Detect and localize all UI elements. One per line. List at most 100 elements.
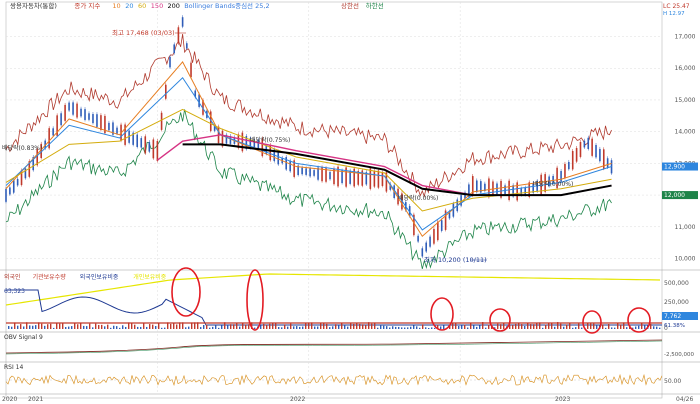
volume-bar (323, 322, 325, 329)
volume-bar (86, 326, 88, 329)
volume-bar (131, 322, 133, 329)
volume-bar (200, 327, 202, 329)
volume-bar (149, 324, 151, 329)
volume-bar (92, 327, 94, 329)
volume-bar (569, 322, 571, 329)
volume-bar (527, 323, 529, 329)
candle-body (169, 56, 171, 68)
volume-bar (593, 323, 595, 329)
volume-bar (431, 327, 433, 329)
volume-bar (554, 326, 556, 329)
volume-bar (41, 323, 43, 329)
volume-bar (377, 327, 379, 329)
legend-item: 60 (138, 2, 146, 10)
volume-bar (272, 322, 274, 329)
volume-bar (296, 326, 298, 329)
volume-bar (335, 324, 337, 329)
volume-bar (347, 326, 349, 329)
volume-bar (428, 327, 430, 329)
volume-bar (284, 324, 286, 329)
volume-bar (578, 323, 580, 329)
candle-body (152, 139, 155, 159)
volume-bar (248, 324, 250, 329)
annotation-high: 최고 17,468 (03/03) (112, 28, 175, 37)
volume-bar (620, 324, 622, 329)
legend-item: 상한선 (341, 1, 359, 10)
volume-tick: 500,000 (664, 280, 689, 287)
volume-bar (110, 327, 112, 329)
volume-bar (407, 327, 409, 329)
volume-bar (38, 322, 40, 329)
volume-bar (266, 324, 268, 329)
volume-bar (188, 326, 190, 329)
volume-bar (29, 325, 31, 329)
volume-bar (359, 323, 361, 329)
volume-bar (14, 322, 16, 329)
candle-body (9, 187, 11, 195)
volume-bar (590, 323, 592, 329)
candle-body (80, 108, 82, 117)
volume-bar (59, 323, 61, 329)
obv-legend: OBV Signal 9 (4, 334, 43, 341)
volume-bar (425, 327, 427, 329)
volume-bar (533, 324, 535, 329)
candle-body (492, 181, 494, 196)
candle-body (583, 140, 586, 148)
volume-bar (383, 325, 385, 329)
volume-bar (125, 326, 127, 329)
volume-bar (185, 327, 187, 329)
rsi-legend: RSI 14 (4, 364, 23, 371)
volume-bar (215, 325, 217, 329)
obv-tick: -2,500,000 (664, 352, 694, 358)
candle-body (599, 148, 601, 162)
volume-bar (341, 323, 343, 329)
price-tick-label: 11,000 (675, 224, 696, 231)
volume-bar (317, 326, 319, 329)
price-tag-ma-text: 12,000 (664, 192, 685, 199)
candle-body (587, 137, 590, 149)
candle-body (68, 102, 70, 111)
volume-bar (611, 327, 613, 329)
candle-body (305, 168, 307, 175)
volume-bar (230, 324, 232, 329)
candle-body (309, 168, 311, 177)
volume-bar (470, 322, 472, 329)
volume-bar (473, 325, 475, 329)
x-tick-label: 04/26 (676, 396, 693, 403)
volume-bar (596, 325, 598, 329)
foreign-ratio-line (6, 289, 662, 326)
volume-bar (47, 324, 49, 329)
legend-item: 하한선 (366, 1, 384, 10)
candle-body (571, 151, 574, 170)
price-tick-label: 10,000 (675, 255, 696, 262)
candle-body (76, 103, 78, 118)
volume-bar (74, 322, 76, 329)
candle-body (289, 160, 291, 172)
volume-bar (452, 323, 454, 329)
volume-bar (104, 326, 106, 329)
volume-bar (242, 323, 244, 329)
candle-body (186, 43, 188, 49)
candle-body (425, 242, 427, 252)
volume-bar (545, 324, 547, 329)
volume-bar (443, 325, 445, 329)
volume-bar (320, 323, 322, 329)
volume-bar (77, 324, 79, 329)
volume-bar (539, 322, 541, 329)
volume-bar (8, 326, 10, 329)
volume-bar (107, 324, 109, 329)
volume-bar (512, 324, 514, 329)
legend-item: 150 (151, 2, 163, 10)
candle-body (341, 170, 343, 184)
volume-bar (137, 326, 139, 329)
candle-body (136, 134, 138, 147)
volume-bar (659, 327, 661, 329)
obv-signal-line (5, 340, 663, 355)
volume-bar (287, 326, 289, 329)
candle-body (373, 171, 376, 187)
volume-bar (233, 324, 235, 329)
candle-body (606, 158, 609, 168)
volume-bar (65, 327, 67, 329)
volume-bar (626, 327, 628, 329)
volume-bar (638, 325, 640, 329)
